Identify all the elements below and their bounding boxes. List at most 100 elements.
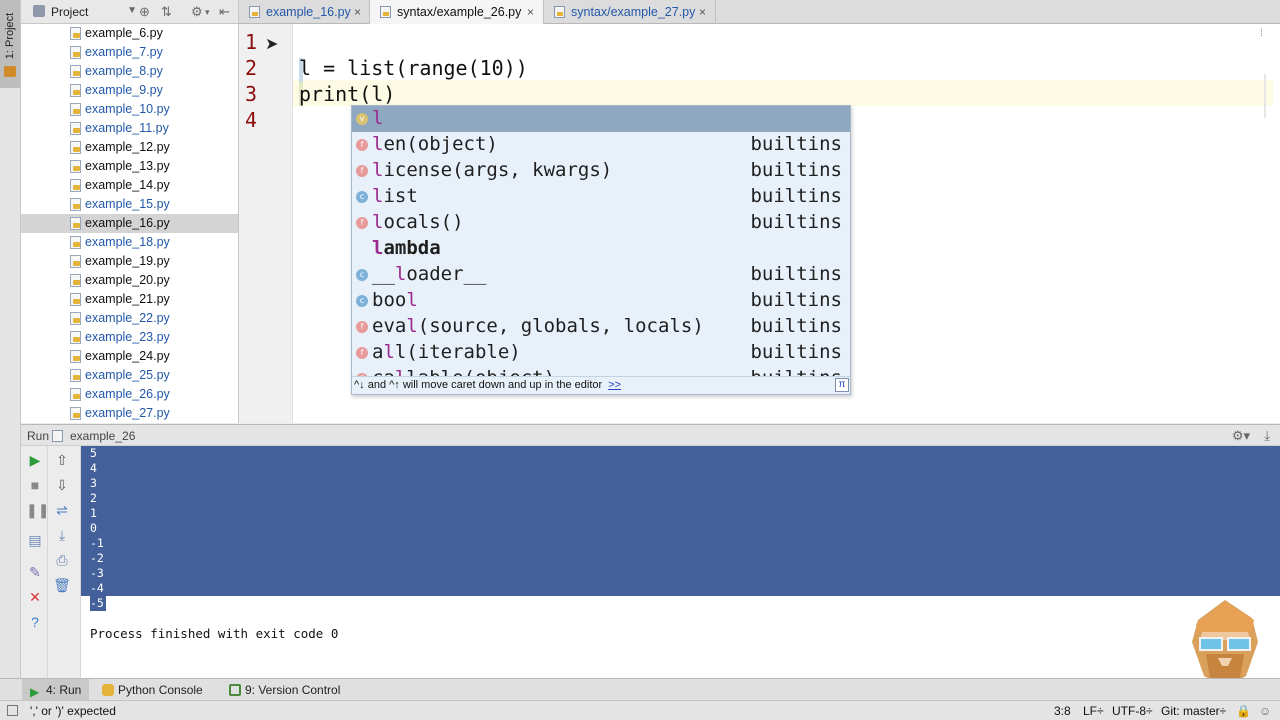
- tree-item[interactable]: example_16.py: [21, 214, 238, 233]
- collapse-all-icon[interactable]: ⇅: [161, 4, 172, 20]
- line-separator[interactable]: LF÷: [1083, 704, 1104, 718]
- close-icon[interactable]: ×: [527, 5, 534, 19]
- function-icon: f: [356, 165, 368, 177]
- completion-source: builtins: [750, 341, 842, 363]
- completion-hint: ^↓ and ^↑ will move caret down and up in…: [354, 379, 621, 391]
- scroll-to-end-icon[interactable]: ⤓: [53, 526, 71, 544]
- completion-item[interactable]: c __loader__ builtins: [352, 262, 850, 288]
- python-file-icon: [70, 255, 81, 268]
- close-icon[interactable]: ✕: [26, 588, 44, 606]
- completion-item-label: len(object): [372, 133, 498, 155]
- python-file-icon: [554, 6, 565, 18]
- pi-icon[interactable]: π: [835, 378, 849, 392]
- hide-panel-icon[interactable]: ⤓: [1264, 428, 1270, 444]
- tree-item[interactable]: example_24.py: [21, 347, 238, 366]
- completion-item[interactable]: vl: [352, 106, 850, 132]
- completion-item[interactable]: f all(iterable) builtins: [352, 340, 850, 366]
- arrow-down-icon[interactable]: ⇩: [53, 476, 71, 494]
- pin-tab-icon[interactable]: ✎: [26, 563, 44, 581]
- tool-windows-toggle-icon[interactable]: [7, 705, 18, 716]
- python-icon: [102, 684, 114, 696]
- close-icon[interactable]: ×: [354, 5, 361, 19]
- tree-item[interactable]: example_21.py: [21, 290, 238, 309]
- tree-item[interactable]: example_15.py: [21, 195, 238, 214]
- inspector-icon[interactable]: ☺: [1259, 704, 1271, 718]
- tab-run[interactable]: ▶ 4: Run: [22, 679, 90, 701]
- tree-item[interactable]: example_8.py: [21, 62, 238, 81]
- tree-item[interactable]: example_10.py: [21, 100, 238, 119]
- tree-item[interactable]: example_25.py: [21, 366, 238, 385]
- gear-icon[interactable]: ⚙: [191, 4, 203, 20]
- completion-item[interactable]: f eval(source, globals, locals) builtins: [352, 314, 850, 340]
- inspection-icon[interactable]: ⁞: [1260, 28, 1270, 40]
- tree-item[interactable]: example_7.py: [21, 43, 238, 62]
- completion-match: l: [372, 107, 384, 129]
- line-number: 2: [245, 56, 258, 80]
- tree-item-label: example_19.py: [85, 254, 170, 268]
- class-icon: c: [356, 269, 368, 281]
- lock-icon[interactable]: 🔒: [1236, 704, 1251, 718]
- tab-python-console[interactable]: Python Console: [94, 679, 211, 701]
- completion-item-label: bool: [372, 289, 418, 311]
- completion-item[interactable]: f locals() builtins: [352, 210, 850, 236]
- completion-item[interactable]: lambda: [352, 236, 850, 262]
- completion-prefix: eva: [372, 315, 407, 337]
- arrow-up-icon[interactable]: ⇧: [53, 451, 71, 469]
- tree-item[interactable]: example_6.py: [21, 24, 238, 43]
- run-console[interactable]: 5 4 3 2 1 0 -1 -2 -3 -4 -5 Process finished with e…: [81, 446, 1280, 678]
- python-file-icon: [70, 160, 81, 173]
- tree-item[interactable]: example_12.py: [21, 138, 238, 157]
- tree-item[interactable]: example_19.py: [21, 252, 238, 271]
- close-icon[interactable]: ×: [699, 5, 706, 19]
- hide-panel-icon[interactable]: ⇤: [219, 4, 230, 20]
- tree-item[interactable]: example_22.py: [21, 309, 238, 328]
- tree-item[interactable]: example_26.py: [21, 385, 238, 404]
- completion-match: l: [394, 263, 407, 285]
- console-line: 5: [90, 446, 97, 460]
- completion-popup[interactable]: v l f len(object) builtins f license(args, kwa…: [351, 105, 851, 395]
- layout-icon[interactable]: ▤: [26, 531, 44, 549]
- tab-example-16[interactable]: example_16.py ×: [239, 0, 370, 24]
- project-view-dropdown[interactable]: Project ▼: [29, 3, 139, 21]
- pause-icon[interactable]: ❚❚: [26, 501, 49, 519]
- tree-item[interactable]: example_20.py: [21, 271, 238, 290]
- tree-item-label: example_9.py: [85, 83, 163, 97]
- tree-item[interactable]: example_9.py: [21, 81, 238, 100]
- gear-dropdown-icon[interactable]: ▾: [205, 4, 210, 20]
- completion-source: builtins: [750, 185, 842, 207]
- tab-example-27[interactable]: syntax/example_27.py ×: [544, 0, 716, 24]
- rerun-icon[interactable]: ▶: [26, 451, 44, 469]
- completion-item[interactable]: c bool builtins: [352, 288, 850, 314]
- tree-item[interactable]: example_18.py: [21, 233, 238, 252]
- completion-item[interactable]: f len(object) builtins: [352, 132, 850, 158]
- vcs-branch[interactable]: Git: master÷: [1161, 704, 1226, 718]
- function-icon: f: [356, 347, 368, 359]
- project-tool-tab[interactable]: 1: Project: [0, 0, 20, 88]
- tab-version-control[interactable]: 9: Version Control: [221, 679, 348, 701]
- soft-wrap-icon[interactable]: ⇌: [53, 501, 71, 519]
- tree-item[interactable]: example_14.py: [21, 176, 238, 195]
- completion-item[interactable]: f license(args, kwargs) builtins: [352, 158, 850, 184]
- file-encoding[interactable]: UTF-8÷: [1112, 704, 1153, 718]
- tree-item[interactable]: example_13.py: [21, 157, 238, 176]
- python-file-icon: [380, 6, 391, 18]
- tree-item[interactable]: example_27.py: [21, 404, 238, 423]
- completion-item[interactable]: c list builtins: [352, 184, 850, 210]
- console-line: 3: [90, 476, 97, 490]
- help-icon[interactable]: ?: [26, 613, 44, 631]
- crosshair-icon[interactable]: ⊕: [139, 4, 150, 20]
- stop-icon[interactable]: ■: [26, 476, 44, 494]
- python-file-icon: [70, 217, 81, 230]
- tab-example-26[interactable]: syntax/example_26.py ×: [370, 0, 544, 24]
- completion-more-link[interactable]: >>: [608, 379, 621, 391]
- print-icon[interactable]: ⎙: [53, 551, 71, 569]
- completion-prefix: __: [372, 263, 395, 285]
- code-line: l = list(range(10)): [299, 56, 528, 80]
- trash-icon[interactable]: 🗑: [53, 576, 71, 594]
- run-icon: ▶: [30, 685, 40, 699]
- variable-icon: v: [356, 113, 368, 125]
- caret-position[interactable]: 3:8: [1054, 704, 1071, 718]
- tree-item[interactable]: example_11.py: [21, 119, 238, 138]
- gear-icon[interactable]: ⚙▾: [1232, 428, 1250, 444]
- tree-item[interactable]: example_23.py: [21, 328, 238, 347]
